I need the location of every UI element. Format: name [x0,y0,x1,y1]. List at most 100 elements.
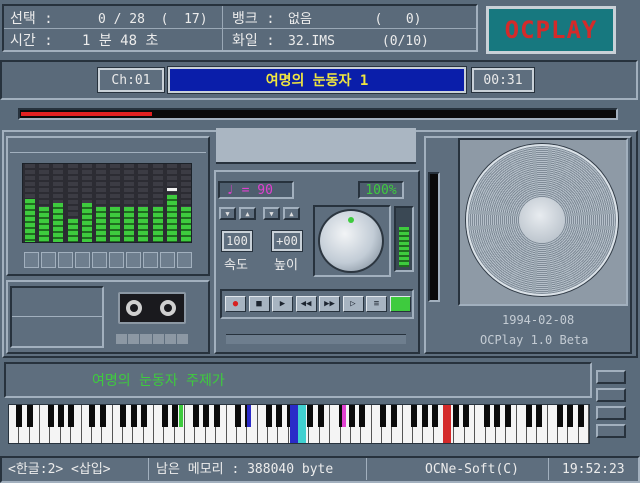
piano-black-key[interactable] [421,405,428,427]
progress-track[interactable] [18,108,618,120]
piano-black-key[interactable] [276,405,283,427]
side-button-2[interactable] [596,388,626,402]
piano-pressed-key [298,405,306,443]
fast-forward-button[interactable]: ▶▶ [319,296,340,312]
piano-black-key[interactable] [452,405,459,427]
speaker-cone [466,144,618,296]
pause-icon: ▷ [350,298,356,309]
status-clock: 19:52:23 [562,462,625,477]
equalizer-bar-level [152,206,163,242]
piano-black-key[interactable] [234,405,241,427]
side-button-4[interactable] [596,424,626,438]
status-memory: 남은 메모리 : 388040 byte [156,462,334,477]
play-button[interactable]: ▶ [272,296,293,312]
piano-black-key[interactable] [99,405,106,427]
piano-black-key[interactable] [57,405,64,427]
info-selection-value: 0 / 28 ( 17) [98,12,208,27]
piano-black-key[interactable] [68,405,75,427]
side-button-3[interactable] [596,406,626,420]
piano-black-key[interactable] [567,405,574,427]
volume-display: 100% [358,181,404,199]
speaker-grille [458,138,628,306]
equalizer-bar-level [138,206,149,242]
piano-pressed-key [247,405,251,427]
speed-up-button[interactable]: ▲ [239,207,256,220]
stop-button[interactable]: ■ [248,296,270,312]
piano-black-key[interactable] [525,405,532,427]
piano-black-key[interactable] [203,405,210,427]
speaker-slider-track[interactable] [428,172,440,302]
piano-black-key[interactable] [47,405,54,427]
volume-text: 100% [365,182,397,198]
piano-black-key[interactable] [411,405,418,427]
equalizer-bar-level [53,203,64,242]
info-selection-label: 선택 : [10,11,53,27]
piano-black-key[interactable] [172,405,179,427]
piano-black-key[interactable] [504,405,511,427]
play-icon: ▶ [279,298,286,309]
volume-knob[interactable] [318,209,384,273]
side-button-1[interactable] [596,370,626,384]
speed-down-button[interactable]: ▼ [219,207,236,220]
equalizer-bar [53,164,64,242]
piano-black-key[interactable] [348,405,355,427]
rewind-icon: ◀◀ [300,298,312,309]
record-button[interactable]: ● [225,296,246,312]
piano-black-key[interactable] [432,405,439,427]
equalizer-bar [95,164,106,242]
cassette-keys [116,334,189,344]
piano-black-key[interactable] [307,405,314,427]
equalizer-bar-level [180,206,191,242]
pitch-value: +00 [272,231,302,251]
piano-black-key[interactable] [390,405,397,427]
piano-black-key[interactable] [463,405,470,427]
piano-black-key[interactable] [359,405,366,427]
piano-black-key[interactable] [536,405,543,427]
pause-button[interactable]: ▷ [342,296,364,312]
rewind-button[interactable]: ◀◀ [295,296,317,312]
piano-black-key[interactable] [484,405,491,427]
equalizer-bar [180,164,191,242]
piano-black-key[interactable] [120,405,127,427]
pitch-up-button[interactable]: ▲ [283,207,300,220]
equalizer-bar-level [25,199,36,242]
equalizer-bar [110,164,121,242]
cassette-divider [12,316,102,317]
equalizer-bar [138,164,149,242]
triangle-up-icon: ▲ [245,209,250,218]
piano-pressed-key [179,405,183,427]
piano-black-key[interactable] [130,405,137,427]
build-date: 1994-02-08 [502,313,575,327]
piano-black-key[interactable] [577,405,584,427]
speed-label: 속도 [224,258,248,273]
piano-black-key[interactable] [380,405,387,427]
status-divider-3 [548,458,549,480]
equalizer-bar [81,164,92,242]
piano-black-key[interactable] [141,405,148,427]
channel-label: Ch:01 [98,68,164,92]
piano-black-key[interactable] [161,405,168,427]
piano-black-key[interactable] [193,405,200,427]
equalizer-peak [166,188,177,192]
piano-black-key[interactable] [265,405,272,427]
info-bank-label: 뱅크 : [232,11,275,27]
piano-black-key[interactable] [26,405,33,427]
equalizer-keys [24,252,192,268]
info-time-value: 1 분 48 초 [82,33,159,49]
piano-black-key[interactable] [16,405,23,427]
status-company: OCNe-Soft(C) [425,462,519,477]
next-button[interactable] [389,296,411,312]
repeat-icon: ≡ [373,298,380,309]
piano-black-key[interactable] [213,405,220,427]
equalizer-bar-level [39,206,50,242]
pitch-down-button[interactable]: ▼ [263,207,280,220]
piano-black-key[interactable] [317,405,324,427]
piano-black-key[interactable] [556,405,563,427]
piano-black-key[interactable] [494,405,501,427]
status-divider-1 [148,458,149,480]
piano-black-key[interactable] [89,405,96,427]
repeat-button[interactable]: ≡ [366,296,387,312]
piano-keyboard[interactable] [8,404,590,444]
equalizer-bar-level [124,206,135,242]
piano-pressed-key [443,405,451,443]
